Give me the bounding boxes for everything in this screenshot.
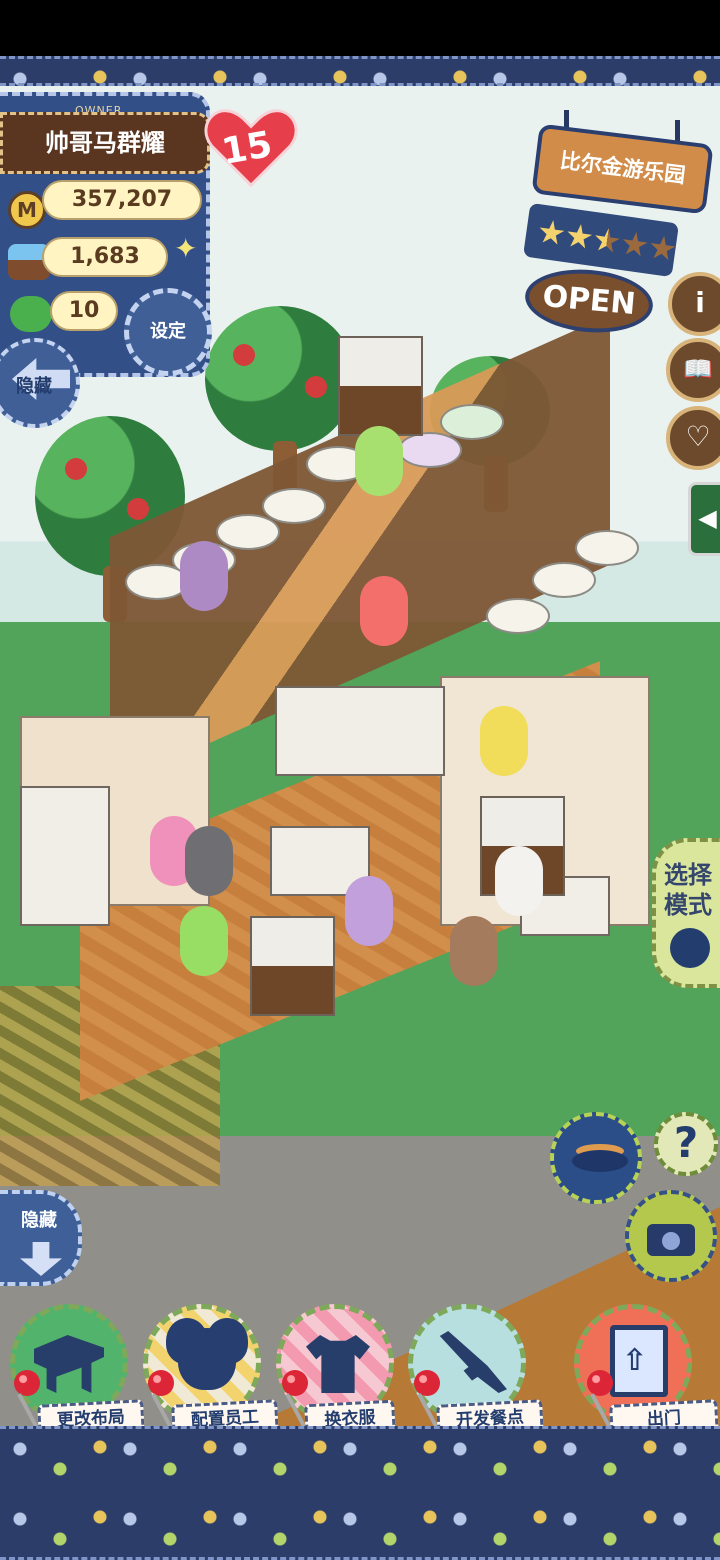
cafe-table[interactable]	[398, 432, 462, 468]
bottom-star-border	[0, 1426, 720, 1560]
coin-icon: M	[8, 191, 46, 229]
kitchen-counter[interactable]	[20, 786, 110, 926]
level-heart: 15	[202, 104, 300, 188]
filled-star-icon	[565, 222, 594, 251]
help-button[interactable]: ?	[654, 1112, 718, 1176]
purple-cat-customer[interactable]	[345, 876, 393, 946]
ingredients-counter: 1,683	[42, 237, 168, 277]
hide-bottom-label: 隐藏	[21, 1210, 57, 1231]
yellow-cat-customer[interactable]	[480, 706, 528, 776]
gray-rabbit-staff[interactable]	[185, 826, 233, 896]
cake-display-block[interactable]	[338, 336, 423, 436]
apple-icon	[65, 458, 87, 480]
tree	[205, 306, 355, 497]
apple-icon	[127, 498, 149, 520]
status-bar	[0, 0, 720, 56]
camera-button[interactable]	[625, 1190, 717, 1282]
pin-icon	[148, 1370, 174, 1396]
pin-icon	[14, 1370, 40, 1396]
filled-star-icon	[537, 218, 566, 247]
half-star-icon	[592, 226, 621, 255]
hide-bottom-button[interactable]: 隐藏	[0, 1190, 82, 1286]
cafe-table[interactable]	[486, 598, 550, 634]
green-bear-customer[interactable]	[355, 426, 403, 496]
white-bear-customer[interactable]	[495, 846, 543, 916]
cake-display-block[interactable]	[250, 916, 335, 1016]
clover-icon	[10, 296, 52, 332]
pin-icon	[587, 1370, 613, 1396]
sparkle-icon: ✦	[174, 232, 198, 265]
camera-lens-icon	[662, 1232, 680, 1250]
cafe-table[interactable]	[216, 514, 280, 550]
empty-star-icon	[648, 234, 677, 263]
kitchen-counter[interactable]	[275, 686, 445, 776]
pin-icon	[414, 1370, 440, 1396]
pin-icon	[282, 1370, 308, 1396]
down-arrow-icon	[20, 1242, 62, 1276]
hat-icon	[572, 1150, 628, 1172]
apple-icon	[305, 376, 327, 398]
purple-bear-customer[interactable]	[180, 541, 228, 611]
settings-button[interactable]: 设定	[124, 288, 212, 376]
restaurant-room[interactable]	[20, 646, 650, 1102]
brown-bear-customer[interactable]	[450, 916, 498, 986]
coins-counter: 357,207	[42, 180, 202, 220]
top-star-border	[0, 56, 720, 86]
cafe-table[interactable]	[440, 404, 504, 440]
green-rabbit-staff[interactable]	[180, 906, 228, 976]
cafe-table[interactable]	[262, 488, 326, 524]
clovers-counter: 10	[50, 291, 118, 331]
outfit-hat-button[interactable]	[550, 1112, 642, 1204]
pink-cat-customer[interactable]	[360, 576, 408, 646]
cafe-table[interactable]	[532, 562, 596, 598]
owner-name-plate: 帅哥马群耀	[0, 112, 210, 174]
up-arrow-icon: ⇧	[622, 1343, 648, 1378]
cafe-table[interactable]	[575, 530, 639, 566]
player-level: 15	[218, 123, 276, 174]
hide-ui-label: 隐藏	[16, 376, 52, 397]
apple-icon	[233, 344, 255, 366]
expand-right-tab[interactable]: ◀	[688, 482, 720, 556]
empty-star-icon	[620, 230, 649, 259]
bear-head-icon	[670, 928, 710, 968]
bear-staff-icon	[178, 1328, 236, 1390]
